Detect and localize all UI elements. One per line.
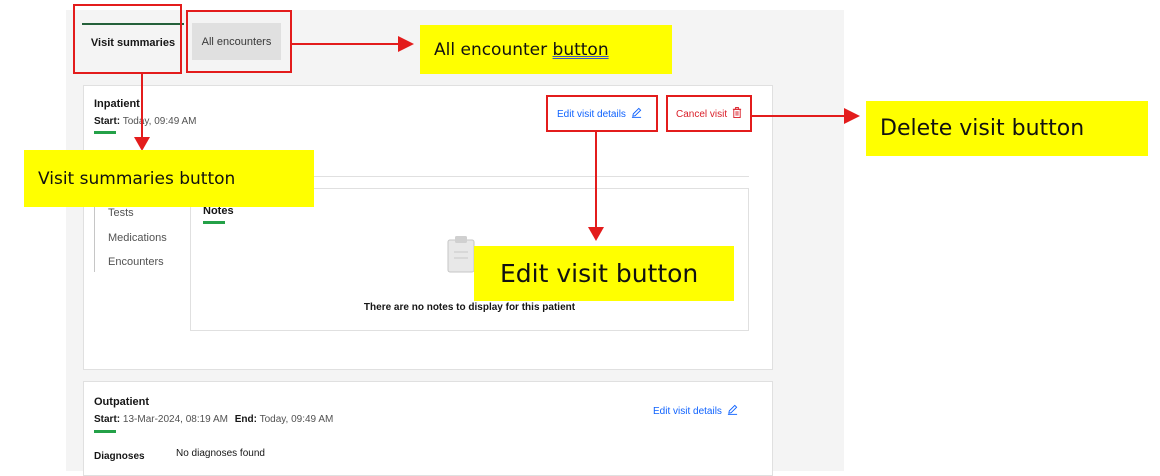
- arrow-line: [752, 115, 844, 117]
- visit-accent-bar: [94, 131, 116, 134]
- empty-notes-message: There are no notes to display for this p…: [363, 302, 576, 313]
- callout-delete-visit-button: Delete visit button: [866, 101, 1148, 156]
- start-value: Today, 09:49 AM: [122, 116, 197, 127]
- visit-start-row: Start: Today, 09:49 AM: [94, 116, 196, 127]
- notes-accent-bar: [203, 221, 225, 224]
- visit2-accent-bar: [94, 430, 116, 433]
- edit-visit-details-button-2[interactable]: Edit visit details: [653, 404, 738, 418]
- callout-edit-visit-button: Edit visit button: [474, 246, 734, 301]
- start-label: Start:: [94, 414, 121, 425]
- callout-all-encounter-button: All encounter button: [420, 25, 672, 74]
- arrow-head: [398, 36, 414, 52]
- side-nav-rule: [94, 200, 95, 272]
- diagnoses-value: No diagnoses found: [176, 448, 265, 459]
- callout-all-encounter-underlined: button: [552, 39, 609, 60]
- arrow-head: [588, 227, 604, 241]
- end-label: End:: [234, 414, 257, 425]
- arrow-line: [595, 132, 597, 228]
- highlight-cancel-visit: [666, 95, 752, 132]
- visit-type-inpatient: Inpatient: [94, 98, 140, 110]
- visit2-date-row: Start: 13-Mar-2024, 08:19 AM End: Today,…: [94, 414, 333, 425]
- arrow-line: [292, 43, 398, 45]
- highlight-edit-visit: [546, 95, 658, 132]
- start-value: 13-Mar-2024, 08:19 AM: [122, 414, 228, 425]
- arrow-head: [844, 108, 860, 124]
- end-value: Today, 09:49 AM: [259, 414, 334, 425]
- pencil-icon: [727, 404, 738, 418]
- highlight-visit-summaries: [73, 4, 182, 74]
- edit-visit-details-label: Edit visit details: [653, 405, 722, 417]
- diagnoses-label: Diagnoses: [94, 451, 145, 462]
- callout-visit-summaries-text: Visit summaries button: [38, 168, 236, 189]
- visit-type-outpatient: Outpatient: [94, 396, 149, 408]
- callout-all-encounter-text: All encounter: [434, 39, 553, 60]
- arrow-line: [141, 74, 143, 138]
- arrow-head: [134, 137, 150, 151]
- side-nav-tests[interactable]: Tests: [108, 207, 134, 219]
- highlight-all-encounters: [186, 10, 292, 73]
- callout-visit-summaries-button: Visit summaries button: [24, 150, 314, 207]
- start-label: Start:: [94, 116, 121, 127]
- side-nav-encounters[interactable]: Encounters: [108, 256, 164, 268]
- callout-edit-visit-text: Edit visit button: [500, 259, 699, 288]
- side-nav-medications[interactable]: Medications: [108, 232, 167, 244]
- callout-delete-visit-text: Delete visit button: [880, 116, 1085, 141]
- visit-card-outpatient: [83, 381, 773, 476]
